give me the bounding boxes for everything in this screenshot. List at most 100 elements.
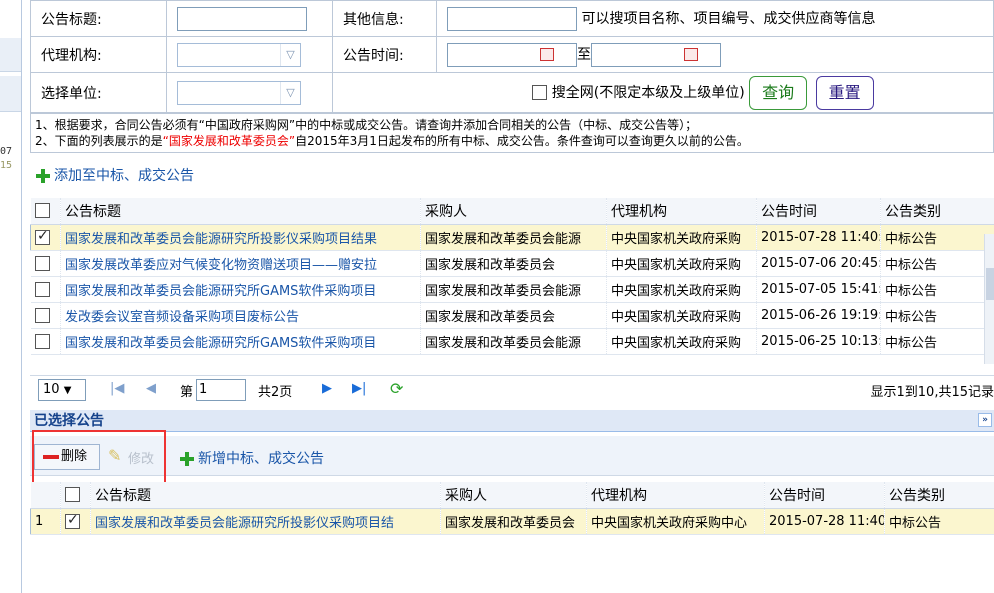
header-buyer[interactable]: 采购人 <box>440 482 587 509</box>
row-agency: 中央国家机关政府采购中心 <box>586 508 765 535</box>
header-time[interactable]: 公告时间 <box>764 482 885 509</box>
table-row[interactable]: 国家发展和改革委员会能源研究所GAMS软件采购项目 国家发展和改革委员会能源 中… <box>30 276 994 303</box>
header-title[interactable]: 公告标题 <box>90 482 441 509</box>
row-buyer: 国家发展和改革委员会能源 <box>420 224 607 251</box>
table-row[interactable]: 国家发展和改革委员会能源研究所投影仪采购项目结果 国家发展和改革委员会能源 中央… <box>30 224 994 251</box>
end-date-input[interactable] <box>591 42 721 67</box>
page-size-select[interactable]: 10 ▼ <box>38 379 86 401</box>
search-form: 公告标题: 其他信息: 可以搜项目名称、项目编号、成交供应商等信息 代理机构: … <box>30 0 994 113</box>
row-time: 2015-07-06 20:45:4 <box>756 250 881 277</box>
table-row[interactable]: 1 国家发展和改革委员会能源研究所投影仪采购项目结 国家发展和改革委员会 中央国… <box>30 508 994 535</box>
plus-icon <box>180 452 194 466</box>
display-info: 显示1到10,共15记录 <box>870 385 994 400</box>
row-type: 中标公告 <box>884 508 994 535</box>
row-checkbox[interactable] <box>65 512 80 529</box>
other-input[interactable] <box>447 6 577 31</box>
note-line-2: 2、下面的列表展示的是“国家发展和改革委员会”自2015年3月1日起发布的所有中… <box>35 134 749 148</box>
title-label: 公告标题: <box>41 11 102 28</box>
row-type: 中标公告 <box>880 302 994 329</box>
row-time: 2015-06-25 10:13:2 <box>756 328 881 355</box>
row-buyer: 国家发展和改革委员会能源 <box>420 328 607 355</box>
row-type: 中标公告 <box>880 224 994 251</box>
reset-button[interactable]: 重置 <box>815 75 874 110</box>
row-title-link[interactable]: 国家发展和改革委员会能源研究所投影仪采购项目结 <box>90 508 441 535</box>
header-time[interactable]: 公告时间 <box>756 198 881 225</box>
row-buyer: 国家发展和改革委员会 <box>440 508 587 535</box>
row-time: 2015-06-26 19:19:3 <box>756 302 881 329</box>
header-title[interactable]: 公告标题 <box>60 198 421 225</box>
row-checkbox[interactable] <box>34 333 50 349</box>
table-header-row: 公告标题 采购人 代理机构 公告时间 公告类别 <box>30 198 994 225</box>
other-label: 其他信息: <box>343 11 404 28</box>
other-hint: 可以搜项目名称、项目编号、成交供应商等信息 <box>581 10 876 27</box>
page-prefix: 第 <box>180 385 194 400</box>
start-date-input[interactable] <box>447 42 577 67</box>
time-to-label: 至 <box>577 46 591 63</box>
chevron-down-icon: ▽ <box>280 43 300 66</box>
row-checkbox[interactable] <box>34 255 50 271</box>
left-panel-text: 07 <box>0 146 13 157</box>
table-row[interactable]: 国家发展改革委应对气候变化物资赠送项目——赠安拉 国家发展和改革委员会 中央国家… <box>30 250 994 277</box>
last-page-icon[interactable]: ▶| <box>352 381 366 396</box>
row-title-link[interactable]: 国家发展和改革委员会能源研究所投影仪采购项目结果 <box>60 224 421 251</box>
row-buyer: 国家发展和改革委员会 <box>420 250 607 277</box>
prev-page-icon[interactable]: ◀ <box>146 381 156 396</box>
left-panel-block <box>0 76 21 112</box>
table-scrollbar[interactable] <box>984 234 994 364</box>
row-agency: 中央国家机关政府采购 <box>606 302 757 329</box>
calendar-icon[interactable] <box>684 47 698 61</box>
row-time: 2015-07-05 15:41:0 <box>756 276 881 303</box>
row-time: 2015-07-28 11:40: <box>764 508 885 535</box>
row-time: 2015-07-28 11:40:5 <box>756 224 881 251</box>
agency-select[interactable]: ▽ <box>177 42 301 67</box>
add-new-announcement-button[interactable]: 新增中标、成交公告 <box>180 448 324 468</box>
note-highlight: “国家发展和改革委员会” <box>162 134 296 148</box>
search-all-checkbox[interactable] <box>532 85 548 100</box>
header-agency[interactable]: 代理机构 <box>606 198 757 225</box>
pagination-bar: 10 ▼ |◀ ◀ 第 1 共2页 ▶ ▶| ⟳ 显示1到10,共15记录 <box>30 375 994 403</box>
select-all-checkbox[interactable] <box>34 203 50 219</box>
scrollbar-thumb[interactable] <box>986 268 994 300</box>
row-buyer: 国家发展和改革委员会 <box>420 302 607 329</box>
row-title-link[interactable]: 国家发展和改革委员会能源研究所GAMS软件采购项目 <box>60 276 421 303</box>
row-title-link[interactable]: 国家发展改革委应对气候变化物资赠送项目——赠安拉 <box>60 250 421 277</box>
section-title: 已选择公告 <box>34 413 104 429</box>
total-pages: 共2页 <box>258 385 293 400</box>
row-title-link[interactable]: 发改委会议室音频设备采购项目废标公告 <box>60 302 421 329</box>
table-row[interactable]: 发改委会议室音频设备采购项目废标公告 国家发展和改革委员会 中央国家机关政府采购… <box>30 302 994 329</box>
header-type[interactable]: 公告类别 <box>884 482 994 509</box>
plus-icon <box>36 169 50 183</box>
announcement-table: 公告标题 采购人 代理机构 公告时间 公告类别 国家发展和改革委员会能源研究所投… <box>30 198 994 355</box>
title-input[interactable] <box>177 6 307 31</box>
row-agency: 中央国家机关政府采购 <box>606 328 757 355</box>
query-button[interactable]: 查询 <box>749 75 808 110</box>
table-row[interactable]: 国家发展和改革委员会能源研究所GAMS软件采购项目 国家发展和改革委员会能源 中… <box>30 328 994 355</box>
row-type: 中标公告 <box>880 250 994 277</box>
row-index: 1 <box>30 508 61 535</box>
search-all-label: 搜全网(不限定本级及上级单位) <box>551 84 745 101</box>
row-agency: 中央国家机关政府采购 <box>606 224 757 251</box>
row-checkbox[interactable] <box>34 281 50 297</box>
header-agency[interactable]: 代理机构 <box>586 482 765 509</box>
row-agency: 中央国家机关政府采购 <box>606 250 757 277</box>
row-type: 中标公告 <box>880 328 994 355</box>
row-title-link[interactable]: 国家发展和改革委员会能源研究所GAMS软件采购项目 <box>60 328 421 355</box>
unit-select[interactable]: ▽ <box>177 80 301 105</box>
first-page-icon[interactable]: |◀ <box>110 381 124 396</box>
agency-label: 代理机构: <box>41 47 102 64</box>
header-type[interactable]: 公告类别 <box>880 198 994 225</box>
selected-table: 公告标题 采购人 代理机构 公告时间 公告类别 1 国家发展和改革委员会能源研究… <box>30 482 994 535</box>
row-type: 中标公告 <box>880 276 994 303</box>
calendar-icon[interactable] <box>540 47 554 61</box>
row-checkbox[interactable] <box>35 228 50 245</box>
select-all-checkbox[interactable] <box>65 487 80 503</box>
add-to-announcement-button[interactable]: 添加至中标、成交公告 <box>36 165 194 185</box>
header-buyer[interactable]: 采购人 <box>420 198 607 225</box>
row-checkbox[interactable] <box>34 307 50 323</box>
page-input[interactable]: 1 <box>196 379 246 401</box>
left-panel-block <box>0 38 21 72</box>
collapse-icon[interactable]: » <box>978 413 992 427</box>
next-page-icon[interactable]: ▶ <box>322 381 332 396</box>
refresh-icon[interactable]: ⟳ <box>390 379 403 398</box>
chevron-down-icon: ▼ <box>63 385 72 396</box>
